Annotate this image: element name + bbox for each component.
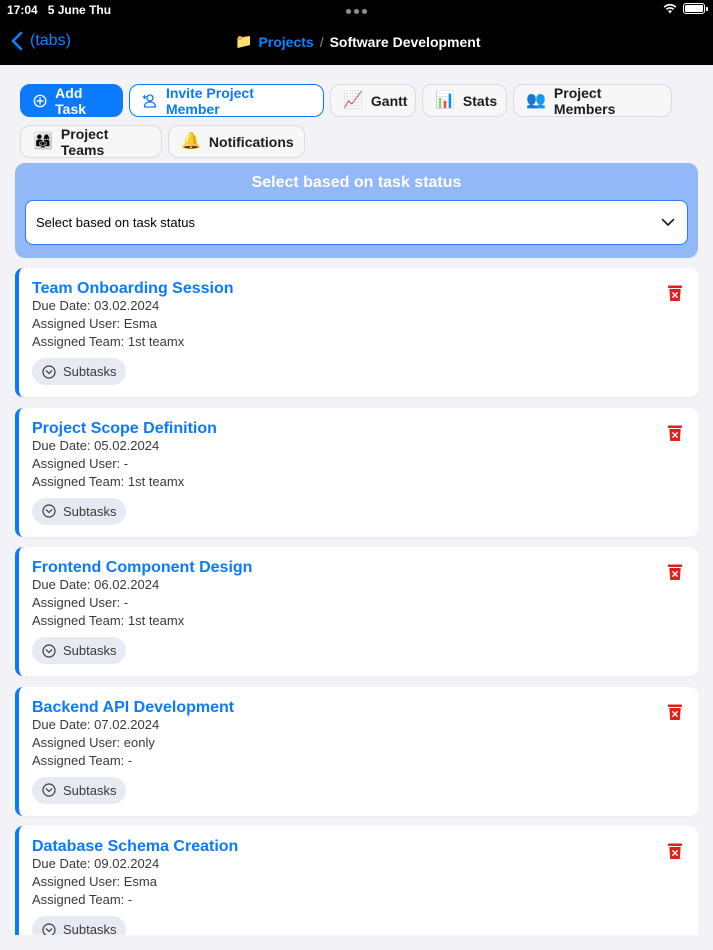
task-assigned-team: Assigned Team: 1st teamx	[32, 473, 185, 489]
task-title[interactable]: Project Scope Definition	[32, 420, 217, 438]
chevron-down-circle-icon	[42, 922, 56, 935]
subtasks-label: Subtasks	[63, 503, 117, 519]
top-bar: 17:04 5 June Thu (tabs) 📁 Projects / Sof…	[0, 0, 713, 65]
subtasks-toggle[interactable]: Subtasks	[32, 497, 127, 525]
add-task-button[interactable]: Add Task	[20, 84, 123, 117]
breadcrumb: 📁 Projects / Software Development	[235, 33, 481, 50]
task-card[interactable]: Team Onboarding Session Due Date: 03.02.2…	[15, 268, 698, 397]
back-label: (tabs)	[30, 32, 71, 49]
delete-task-button[interactable]	[667, 703, 683, 721]
breadcrumb-projects-link[interactable]: Projects	[258, 34, 313, 50]
task-assigned-user: Assigned User: Esma	[32, 316, 157, 331]
chevron-down-circle-icon	[42, 783, 56, 797]
trash-icon	[667, 563, 683, 581]
family-icon: 👨‍👩‍👧	[33, 132, 53, 150]
task-due-date: Due Date: 07.02.2024	[32, 716, 160, 732]
task-assigned-user: Assigned User: -	[32, 455, 129, 471]
project-teams-button[interactable]: 👨‍👩‍👧 Project Teams	[20, 125, 162, 158]
gantt-button[interactable]: 📈 Gantt	[330, 84, 416, 117]
filter-title: Select based on task status	[251, 174, 462, 191]
subtasks-toggle[interactable]: Subtasks	[32, 916, 127, 935]
chevron-down-circle-icon	[42, 364, 56, 379]
chevron-down-circle-icon	[42, 643, 56, 658]
status-filter-panel: Select based on task status Select based…	[15, 163, 698, 258]
back-button[interactable]: (tabs)	[10, 31, 71, 51]
task-assigned-user: Assigned User: -	[32, 595, 129, 610]
task-list: Team Onboarding Session Due Date: 03.02.2…	[15, 268, 698, 935]
task-assigned-user: Assigned User: Esma	[32, 874, 157, 889]
select-value: Select based on task status	[36, 215, 195, 230]
subtasks-label: Subtasks	[63, 643, 117, 658]
stats-button[interactable]: 📊 Stats	[422, 84, 507, 117]
subtasks-toggle[interactable]: Subtasks	[32, 358, 127, 385]
chart-increasing-icon: 📈	[343, 91, 363, 109]
task-card[interactable]: Backend API Development Due Date: 07.02.2…	[15, 686, 698, 816]
task-due-date: Due Date: 03.02.2024	[32, 298, 160, 313]
multitasking-dots-icon[interactable]	[346, 9, 367, 14]
task-assigned-team: Assigned Team: 1st teamx	[32, 613, 185, 628]
task-assigned-team: Assigned Team: -	[32, 892, 133, 907]
main-content: Add Task Invite Project Member 📈 Gantt 📊…	[0, 65, 713, 950]
bell-icon: 🔔	[181, 132, 201, 150]
status-indicators	[663, 3, 708, 14]
action-toolbar: Add Task Invite Project Member 📈 Gantt 📊…	[20, 84, 700, 158]
add-person-icon	[142, 93, 157, 108]
invite-member-button[interactable]: Invite Project Member	[129, 84, 324, 117]
subtasks-label: Subtasks	[63, 922, 117, 935]
task-assigned-team: Assigned Team: 1st teamx	[32, 334, 185, 349]
battery-icon	[683, 3, 708, 14]
task-title[interactable]: Database Schema Creation	[32, 838, 238, 856]
trash-icon	[667, 703, 683, 721]
task-card[interactable]: Database Schema Creation Due Date: 09.02.…	[15, 826, 698, 935]
task-title[interactable]: Backend API Development	[32, 699, 234, 717]
page-title: Software Development	[329, 33, 481, 50]
subtasks-label: Subtasks	[63, 364, 117, 379]
task-due-date: Due Date: 09.02.2024	[32, 856, 160, 871]
chevron-down-icon	[661, 218, 675, 226]
delete-task-button[interactable]	[667, 563, 683, 581]
task-due-date: Due Date: 06.02.2024	[32, 577, 160, 592]
task-assigned-team: Assigned Team: -	[32, 752, 133, 768]
trash-icon	[667, 424, 683, 442]
chevron-down-circle-icon	[42, 504, 56, 518]
delete-task-button[interactable]	[667, 424, 683, 442]
plus-circle-icon	[33, 94, 47, 107]
breadcrumb-separator: /	[319, 33, 324, 50]
task-due-date: Due Date: 05.02.2024	[32, 437, 160, 453]
delete-task-button[interactable]	[667, 842, 683, 860]
subtasks-toggle[interactable]: Subtasks	[32, 637, 127, 664]
trash-icon	[667, 842, 683, 860]
notifications-button[interactable]: 🔔 Notifications	[168, 125, 305, 158]
trash-icon	[667, 284, 683, 302]
subtasks-label: Subtasks	[63, 782, 117, 798]
status-time: 17:04 5 June Thu	[7, 3, 112, 17]
task-status-select[interactable]: Select based on task status	[25, 200, 688, 245]
subtasks-toggle[interactable]: Subtasks	[32, 776, 127, 804]
people-icon: 👥	[526, 91, 546, 109]
project-members-button[interactable]: 👥 Project Members	[513, 84, 672, 117]
task-card[interactable]: Frontend Component Design Due Date: 06.02…	[15, 547, 698, 676]
task-title[interactable]: Team Onboarding Session	[32, 280, 234, 298]
delete-task-button[interactable]	[667, 284, 683, 302]
bar-chart-icon: 📊	[435, 91, 455, 109]
wifi-icon	[663, 3, 677, 14]
task-assigned-user: Assigned User: eonly	[32, 734, 155, 750]
task-title[interactable]: Frontend Component Design	[32, 559, 252, 577]
task-card[interactable]: Project Scope Definition Due Date: 05.02.…	[15, 407, 698, 537]
chevron-left-icon	[11, 31, 23, 51]
folder-icon: 📁	[235, 33, 253, 49]
